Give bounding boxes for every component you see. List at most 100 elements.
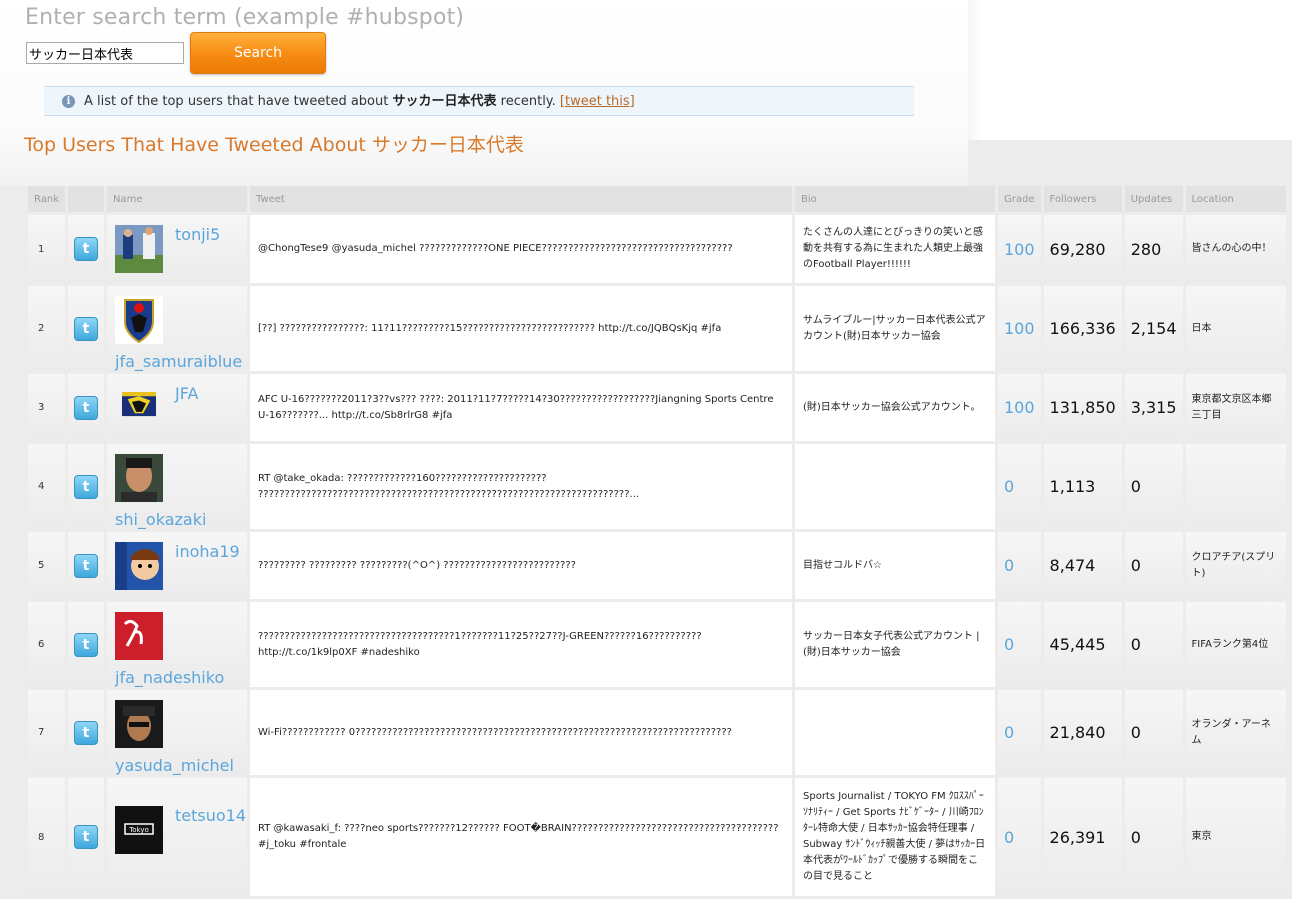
header-row: Rank Name Tweet Bio Grade Followers Upda… (28, 186, 1286, 212)
twitter-icon[interactable]: t (74, 632, 98, 657)
tweet-cell: AFC U-16???????2011?3??vs??? ????: 2011?… (250, 374, 792, 441)
twitter-icon[interactable]: t (74, 237, 98, 261)
table-row: 6 t jfa_nadeshiko ??????????????????????… (28, 602, 1286, 687)
table-row: 5 t inoha19 ????????? ????????? ????????… (28, 532, 1286, 599)
twitter-icon[interactable]: t (74, 720, 98, 745)
twitter-icon-cell: t (68, 444, 104, 529)
grade-cell: 0 (998, 778, 1041, 896)
location-cell: 日本 (1185, 286, 1286, 371)
updates-cell: 0 (1124, 778, 1183, 896)
info-text: A list of the top users that have tweete… (84, 87, 635, 117)
followers-cell: 45,445 (1043, 602, 1122, 687)
bio-cell: Sports Journalist / TOKYO FM ｸﾛｽｽﾊﾟｰｿﾅﾘﾃ… (795, 778, 995, 896)
twitter-icon-cell: t (68, 215, 104, 283)
avatar[interactable] (115, 454, 163, 502)
avatar[interactable] (115, 225, 163, 273)
name-cell: yasuda_michel (107, 690, 247, 775)
twitter-icon[interactable]: t (74, 474, 98, 499)
twitter-icon[interactable]: t (74, 553, 98, 578)
avatar[interactable] (115, 700, 163, 748)
rank-cell: 5 (28, 532, 65, 599)
username-link[interactable]: JFA (175, 384, 198, 403)
info-bar: i A list of the top users that have twee… (44, 86, 914, 116)
followers-cell: 1,113 (1043, 444, 1122, 529)
name-cell: jfa_nadeshiko (107, 602, 247, 687)
col-location[interactable]: Location (1185, 186, 1286, 212)
avatar[interactable]: Tokyo (115, 806, 163, 854)
col-followers[interactable]: Followers (1043, 186, 1122, 212)
location-cell: 皆さんの心の中！ (1185, 215, 1286, 283)
name-cell: Tokyo tetsuo14 (107, 778, 247, 896)
search-input[interactable] (26, 42, 184, 64)
table-row: 2 t jfa_samuraiblue [??] ???????????????… (28, 286, 1286, 371)
col-rank[interactable]: Rank (28, 186, 65, 212)
twitter-icon[interactable]: t (74, 316, 98, 341)
tweet-cell: RT @kawasaki_f: ????neo sports???????12?… (250, 778, 792, 896)
username-link[interactable]: yasuda_michel (115, 756, 234, 775)
rank-cell: 2 (28, 286, 65, 371)
username-link[interactable]: shi_okazaki (115, 510, 206, 529)
followers-cell: 21,840 (1043, 690, 1122, 775)
grade-cell: 100 (998, 215, 1041, 283)
table-row: 1 t tonji5 @ChongTese9 @yasuda_michel ??… (28, 215, 1286, 283)
info-suffix: recently. (500, 94, 556, 109)
username-link[interactable]: tonji5 (175, 225, 220, 244)
location-cell: クロアチア(スプリト) (1185, 532, 1286, 599)
col-grade[interactable]: Grade (998, 186, 1041, 212)
name-cell: inoha19 (107, 532, 247, 599)
info-icon: i (62, 95, 75, 108)
name-cell: shi_okazaki (107, 444, 247, 529)
name-cell: jfa_samuraiblue (107, 286, 247, 371)
followers-cell: 26,391 (1043, 778, 1122, 896)
twitter-icon-cell: t (68, 778, 104, 896)
tweet-cell: ????????? ????????? ?????????(^O^) ?????… (250, 532, 792, 599)
updates-cell: 2,154 (1124, 286, 1183, 371)
location-cell: 東京都文京区本郷三丁目 (1185, 374, 1286, 441)
username-link[interactable]: tetsuo14 (175, 806, 246, 825)
col-bio[interactable]: Bio (795, 186, 995, 212)
grade-cell: 0 (998, 532, 1041, 599)
followers-cell: 166,336 (1043, 286, 1122, 371)
location-cell: 東京 (1185, 778, 1286, 896)
username-link[interactable]: jfa_samuraiblue (115, 352, 242, 371)
updates-cell: 0 (1124, 444, 1183, 529)
tweet-this-link[interactable]: [tweet this] (560, 94, 635, 109)
table-body: 1 t tonji5 @ChongTese9 @yasuda_michel ??… (28, 215, 1286, 896)
grade-cell: 0 (998, 690, 1041, 775)
avatar[interactable] (115, 392, 163, 426)
avatar[interactable] (115, 612, 163, 660)
col-tweet[interactable]: Tweet (250, 186, 792, 212)
location-cell: FIFAランク第4位 (1185, 602, 1286, 687)
twitter-icon[interactable]: t (74, 825, 98, 849)
username-link[interactable]: jfa_nadeshiko (115, 668, 224, 687)
grade-cell: 0 (998, 602, 1041, 687)
table-row: 8 t Tokyo tetsuo14 RT @kawasaki_f: ????n… (28, 778, 1286, 896)
bio-cell (795, 690, 995, 775)
grade-cell: 100 (998, 286, 1041, 371)
username-link[interactable]: inoha19 (175, 542, 240, 561)
twitter-icon[interactable]: t (74, 395, 98, 420)
right-background (968, 0, 1292, 140)
updates-cell: 0 (1124, 602, 1183, 687)
table-row: 3 t JFA AFC U-16???????2011?3??vs??? ???… (28, 374, 1286, 441)
avatar[interactable] (115, 542, 163, 590)
bio-cell: (財)日本サッカー協会公式アカウント。 (795, 374, 995, 441)
search-button[interactable]: Search (190, 32, 326, 74)
table-row: 4 t shi_okazaki RT @take_okada: ????????… (28, 444, 1286, 529)
info-prefix: A list of the top users that have tweete… (84, 94, 389, 109)
rank-cell: 8 (28, 778, 65, 896)
grade-cell: 0 (998, 444, 1041, 529)
tweet-cell: ?????????????????????????????????????1??… (250, 602, 792, 687)
search-heading: Enter search term (example #hubspot) (25, 5, 465, 30)
bio-cell: サッカー日本女子代表公式アカウント | (財)日本サッカー協会 (795, 602, 995, 687)
bio-cell: たくさんの人達にとびっきりの笑いと感動を共有する為に生まれた人類史上最強のFoo… (795, 215, 995, 283)
updates-cell: 280 (1124, 215, 1183, 283)
followers-cell: 69,280 (1043, 215, 1122, 283)
title-prefix: Top Users That Have Tweeted About (24, 134, 366, 156)
twitter-icon-cell: t (68, 286, 104, 371)
col-updates[interactable]: Updates (1124, 186, 1183, 212)
bio-cell (795, 444, 995, 529)
title-term: サッカー日本代表 (371, 134, 524, 156)
col-name[interactable]: Name (107, 186, 247, 212)
avatar[interactable] (115, 296, 163, 344)
